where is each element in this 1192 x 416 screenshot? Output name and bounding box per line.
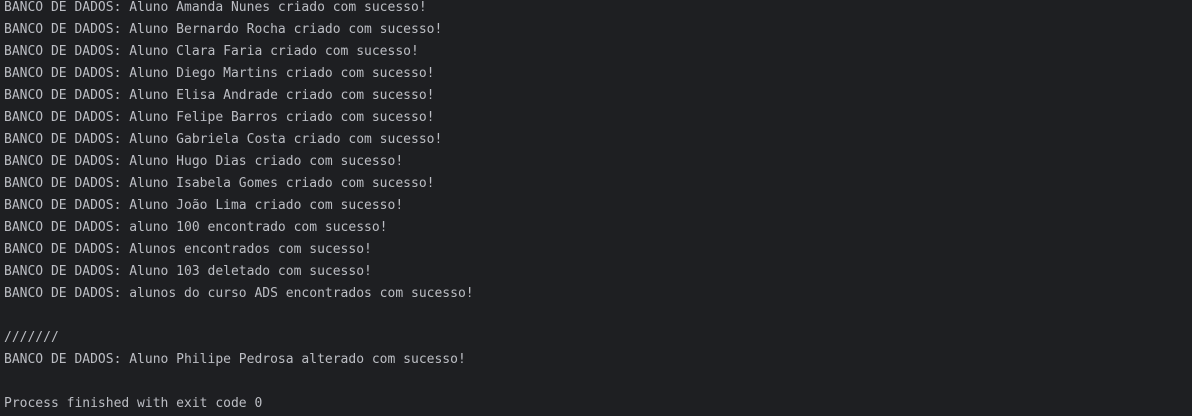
console-line: BANCO DE DADOS: alunos do curso ADS enco… [4,286,474,301]
console-line: BANCO DE DADOS: Aluno 103 deletado com s… [4,264,372,279]
console-line: BANCO DE DADOS: Aluno Diego Martins cria… [4,66,435,81]
console-line: BANCO DE DADOS: Aluno Philipe Pedrosa al… [4,352,466,367]
console-line: BANCO DE DADOS: Aluno João Lima criado c… [4,198,404,213]
console-line: BANCO DE DADOS: Alunos encontrados com s… [4,242,372,257]
process-exit-line: Process finished with exit code 0 [4,396,263,411]
console-separator-line: /////// [4,330,59,345]
console-line: BANCO DE DADOS: Aluno Amanda Nunes criad… [4,0,427,15]
console-line: BANCO DE DADOS: Aluno Isabela Gomes cria… [4,176,435,191]
console-line: BANCO DE DADOS: Aluno Gabriela Costa cri… [4,132,443,147]
console-line: BANCO DE DADOS: Aluno Felipe Barros cria… [4,110,435,125]
console-line: BANCO DE DADOS: Aluno Clara Faria criado… [4,44,419,59]
console-line: BANCO DE DADOS: Aluno Bernardo Rocha cri… [4,22,443,37]
console-output[interactable]: BANCO DE DADOS: Aluno Amanda Nunes criad… [0,0,1192,413]
console-line: BANCO DE DADOS: Aluno Elisa Andrade cria… [4,88,435,103]
console-line: BANCO DE DADOS: aluno 100 encontrado com… [4,220,388,235]
console-line: BANCO DE DADOS: Aluno Hugo Dias criado c… [4,154,404,169]
